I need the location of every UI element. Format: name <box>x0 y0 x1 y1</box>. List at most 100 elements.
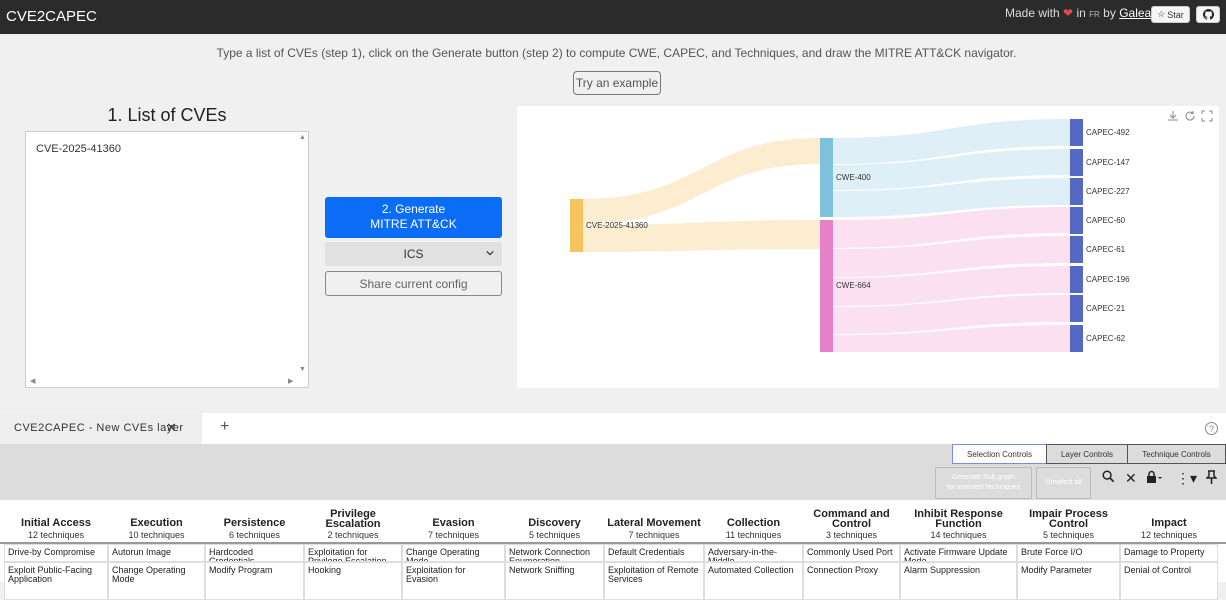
technique-cell[interactable]: Exploitation for Evasion <box>402 562 505 600</box>
technique-name-line: Brute Force I/O <box>1021 547 1083 557</box>
try-example-button[interactable]: Try an example <box>573 71 661 95</box>
add-layer-icon[interactable]: + <box>220 418 229 436</box>
tactic-column: Evasion 7 techniques <box>402 500 505 542</box>
tactic-name[interactable]: Impact <box>1120 518 1218 529</box>
technique-cell[interactable]: Denial of Control <box>1120 562 1218 600</box>
share-config-button[interactable]: Share current config <box>325 271 502 296</box>
technique-count: 10 techniques <box>108 530 205 540</box>
tactic-name-line: Lateral Movement <box>607 517 701 529</box>
technique-cell[interactable]: Adversary-in-the-Middle <box>704 544 803 562</box>
tactic-name[interactable]: Impair Process Control <box>1017 509 1120 530</box>
node-capec-60[interactable] <box>1070 207 1083 234</box>
node-cwe-400[interactable] <box>820 138 833 217</box>
technique-count-number: 14 <box>930 530 941 540</box>
scroll-left-icon[interactable]: ◀ <box>30 377 35 385</box>
tab-technique-controls[interactable]: Technique Controls <box>1127 444 1226 464</box>
tactic-name-line: Discovery <box>528 517 581 529</box>
technique-cell[interactable]: Change Operating Mode <box>402 544 505 562</box>
made-with-text: Made with <box>1005 6 1060 20</box>
github-star-button[interactable]: ☆ Star <box>1151 6 1190 23</box>
tactic-name[interactable]: Collection <box>704 518 803 529</box>
technique-count-unit: techniques <box>536 530 581 540</box>
star-icon: ☆ <box>1157 9 1166 19</box>
node-capec-492[interactable] <box>1070 119 1083 146</box>
tactic-column: Command and Control 3 techniques <box>803 500 900 542</box>
technique-cell[interactable]: Brute Force I/O <box>1017 544 1120 562</box>
search-icon[interactable] <box>1102 470 1115 486</box>
close-icon[interactable]: ✕ <box>166 420 177 436</box>
technique-cell[interactable]: Modify Parameter <box>1017 562 1120 600</box>
technique-cell[interactable]: Change Operating Mode <box>108 562 205 600</box>
technique-cell[interactable]: Network Connection Enumeration <box>505 544 604 562</box>
tactic-name[interactable]: Evasion <box>402 518 505 529</box>
generate-button[interactable]: 2. Generate MITRE ATT&CK <box>325 197 502 238</box>
technique-cell[interactable]: Autorun Image <box>108 544 205 562</box>
horizontal-scrollbar[interactable]: ◀ ▶ <box>26 375 298 387</box>
technique-cell[interactable]: Connection Proxy <box>803 562 900 600</box>
node-label-capec-62: CAPEC-62 <box>1086 334 1126 343</box>
github-button[interactable] <box>1196 6 1220 23</box>
technique-cell[interactable]: Drive-by Compromise <box>4 544 108 562</box>
node-capec-61[interactable] <box>1070 236 1083 263</box>
scroll-down-icon[interactable]: ▼ <box>299 366 306 373</box>
tactic-name[interactable]: Persistence <box>205 518 304 529</box>
tactic-name[interactable]: Discovery <box>505 517 604 529</box>
technique-cell[interactable]: Exploitation for Privilege Escalation <box>304 544 402 562</box>
refresh-icon[interactable] <box>1184 110 1196 122</box>
technique-cell[interactable]: Alarm Suppression <box>900 562 1017 600</box>
domain-select[interactable]: ICS <box>325 242 502 266</box>
node-capec-62[interactable] <box>1070 325 1083 352</box>
node-capec-147[interactable] <box>1070 149 1083 176</box>
technique-count-unit: techniques <box>833 530 878 540</box>
tab-selection-controls[interactable]: Selection Controls <box>952 444 1047 464</box>
technique-count-unit: techniques <box>635 530 680 540</box>
technique-count-unit: techniques <box>334 530 379 540</box>
download-icon[interactable] <box>1167 110 1179 122</box>
technique-cell[interactable]: Commonly Used Port <box>803 544 900 562</box>
node-label-capec-492: CAPEC-492 <box>1086 128 1130 137</box>
technique-name-line: Change Operating Mode <box>406 547 480 562</box>
unselect-all-button[interactable]: Unselect all <box>1036 467 1091 499</box>
help-icon[interactable]: ? <box>1205 422 1218 435</box>
node-cwe-664[interactable] <box>820 220 833 352</box>
technique-cell[interactable]: Network Sniffing <box>505 562 604 600</box>
tab-layer-controls[interactable]: Layer Controls <box>1046 444 1128 464</box>
tactic-name[interactable]: Execution <box>108 518 205 529</box>
technique-cell[interactable]: Hardcoded Credentials <box>205 544 304 562</box>
technique-name-line: Connection Proxy <box>807 565 879 575</box>
tactic-name[interactable]: Initial Access <box>4 518 108 529</box>
technique-cell[interactable]: Activate Firmware Update Mode <box>900 544 1017 562</box>
matrix-header-divider <box>0 542 1226 544</box>
technique-cell[interactable]: Hooking <box>304 562 402 600</box>
tab-new-cves-layer[interactable]: CVE2CAPEC - New CVEs layer ✕ <box>0 413 202 444</box>
vertical-scrollbar[interactable]: ▲ ▼ <box>296 132 308 377</box>
fullscreen-icon[interactable] <box>1201 110 1213 122</box>
technique-cell[interactable]: Damage to Property <box>1120 544 1218 562</box>
more-options-icon[interactable]: ⋮▾ <box>1176 470 1197 487</box>
technique-count: 5 techniques <box>505 530 604 540</box>
technique-name-line: Mode <box>112 574 135 584</box>
scroll-right-icon[interactable]: ▶ <box>288 377 293 385</box>
technique-cell[interactable]: Modify Program <box>205 562 304 600</box>
deselect-icon[interactable]: ✕ <box>1125 470 1137 487</box>
layer-tab-label: CVE2CAPEC - New CVEs layer <box>14 422 184 434</box>
technique-cell[interactable]: Exploit Public-Facing Application <box>4 562 108 600</box>
tactic-name[interactable]: Lateral Movement <box>604 517 704 529</box>
technique-cell[interactable]: Automated Collection <box>704 562 803 600</box>
cve-textarea[interactable]: CVE-2025-41360 ▲ ▼ ◀ ▶ <box>25 131 309 388</box>
node-capec-21[interactable] <box>1070 295 1083 322</box>
lock-icon[interactable] <box>1146 470 1162 487</box>
technique-count-unit: techniques <box>40 530 85 540</box>
pin-icon[interactable] <box>1205 470 1218 487</box>
tactic-name[interactable]: Command and Control <box>803 509 900 530</box>
scroll-up-icon[interactable]: ▲ <box>299 134 306 141</box>
node-capec-196[interactable] <box>1070 266 1083 293</box>
generate-subgraph-button[interactable]: Generate Sub graph for selected Technique… <box>935 467 1032 499</box>
node-cve[interactable] <box>570 199 583 252</box>
technique-cell[interactable]: Default Credentials <box>604 544 704 562</box>
app-title[interactable]: CVE2CAPEC <box>6 8 97 25</box>
node-capec-227[interactable] <box>1070 178 1083 205</box>
technique-cell[interactable]: Exploitation of Remote Services <box>604 562 704 600</box>
tactic-name[interactable]: Inhibit Response Function <box>900 509 1017 530</box>
tactic-name[interactable]: Privilege Escalation <box>304 509 402 530</box>
